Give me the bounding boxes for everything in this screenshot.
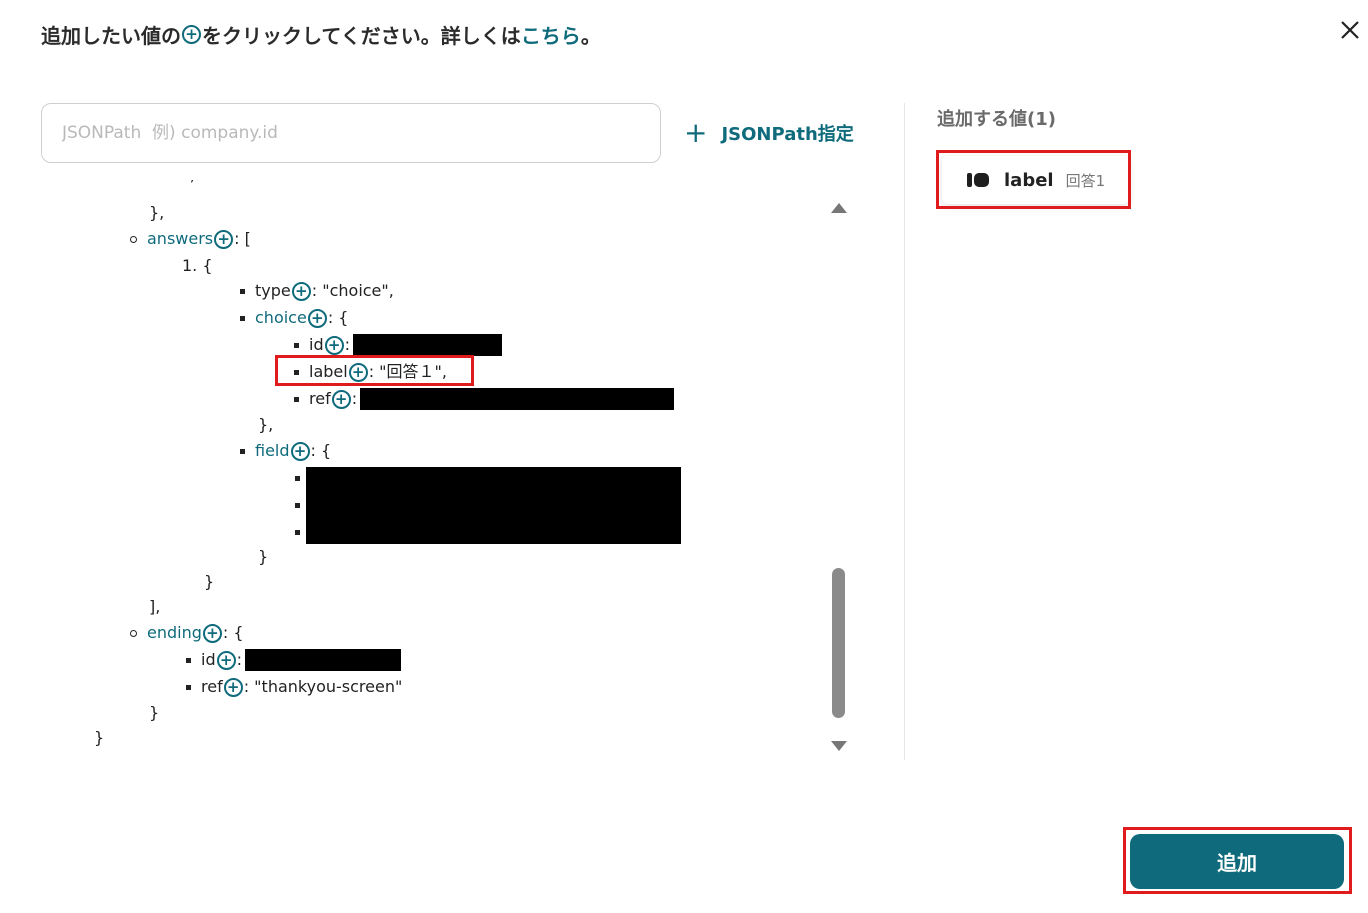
help-link[interactable]: こちら: [521, 20, 581, 49]
jsonpath-specify-button[interactable]: + JSONPath指定: [684, 118, 854, 148]
key-ref: ref: [309, 389, 331, 408]
tree-closing-brace: },: [149, 203, 165, 222]
jsonpath-specify-label: JSONPath指定: [721, 124, 854, 145]
instruction-end: 。: [580, 24, 601, 48]
bullet: [240, 315, 245, 321]
add-ending-id-button[interactable]: +: [216, 650, 236, 670]
tree-root-close: }: [94, 728, 105, 747]
colon: :: [351, 389, 358, 408]
jsonpath-input[interactable]: [41, 103, 661, 163]
panel-divider: [904, 103, 905, 760]
scroll-up-arrow-icon[interactable]: [831, 203, 847, 213]
add-answers-button[interactable]: +: [214, 229, 234, 249]
instruction-header: 追加したい値の + をクリックしてください。詳しくは こちら 。: [41, 20, 601, 49]
key-type: type: [255, 281, 291, 300]
tree-choice-close: },: [258, 415, 274, 434]
colon: :: [344, 335, 350, 354]
choice-suffix: : {: [327, 308, 349, 327]
plus-icon: +: [684, 116, 708, 149]
tree-row-field: field + : {: [240, 439, 331, 463]
tree-row-item-1: 1. {: [182, 256, 213, 275]
add-choice-button[interactable]: +: [307, 308, 327, 328]
tree-row-choice-ref: ref + :: [294, 387, 675, 411]
key-field: field: [255, 441, 290, 460]
bullet: [295, 476, 300, 481]
bullet: [130, 629, 137, 637]
key-ref: ref: [201, 677, 223, 696]
redacted-field-block: [306, 467, 681, 544]
add-type-button[interactable]: +: [291, 281, 311, 301]
add-choice-ref-button[interactable]: +: [331, 389, 351, 409]
close-button[interactable]: [1338, 18, 1362, 42]
bullet: [294, 342, 299, 348]
bullet: [130, 235, 137, 243]
tree-row-ending: ending + : {: [130, 621, 244, 645]
key-id: id: [201, 650, 216, 669]
bullet: [240, 448, 245, 454]
add-field-button[interactable]: +: [290, 441, 310, 461]
tree-field-close: }: [258, 547, 269, 566]
bullet: [240, 288, 245, 294]
tree-row-type: type + : "choice",: [240, 279, 394, 303]
highlight-label-row: [275, 355, 474, 386]
scroll-thumb[interactable]: [832, 568, 845, 718]
ending-ref-value: : "thankyou-screen": [243, 677, 403, 696]
bullet: [186, 657, 191, 663]
tree-row-ending-id: id + :: [186, 648, 401, 672]
bullet: [294, 396, 299, 402]
add-choice-id-button[interactable]: +: [324, 335, 344, 355]
add-ending-button[interactable]: +: [202, 623, 222, 643]
redacted-value: [245, 649, 401, 671]
tree-answers-close: ],: [149, 597, 161, 616]
plus-circle-icon: +: [182, 25, 201, 44]
bullet: [295, 503, 300, 508]
redacted-value: [353, 334, 502, 356]
tree-row-ending-ref: ref + : "thankyou-screen": [186, 675, 402, 699]
key-choice: choice: [255, 308, 307, 327]
bullet: [186, 684, 191, 690]
tree-item-close: }: [204, 572, 215, 591]
tree-fragment: ,: [190, 180, 194, 184]
json-tree: , }, answers + : [ 1. { type + : "choice…: [40, 180, 830, 760]
tree-ending-close: }: [149, 703, 160, 722]
close-icon: [1341, 21, 1359, 39]
instruction-text-continued: をクリックしてください。詳しくは: [202, 24, 521, 48]
field-suffix: : {: [310, 441, 332, 460]
answers-suffix: : [: [234, 229, 251, 248]
key-ending: ending: [147, 623, 202, 642]
instruction-text: 追加したい値の: [41, 24, 181, 48]
added-values-title: 追加する値(1): [937, 109, 1056, 130]
tree-row-answers: answers + : [: [130, 227, 251, 251]
type-value: : "choice",: [311, 281, 394, 300]
highlight-add-button: [1123, 827, 1352, 894]
redacted-value: [360, 388, 675, 410]
tree-row-choice: choice + : {: [240, 306, 348, 330]
tree-scrollbar[interactable]: [828, 195, 850, 760]
colon: :: [236, 650, 242, 669]
add-ending-ref-button[interactable]: +: [223, 677, 243, 697]
scroll-down-arrow-icon[interactable]: [831, 741, 847, 751]
bullet: [295, 530, 300, 535]
key-id: id: [309, 335, 324, 354]
key-answers: answers: [147, 229, 214, 248]
ending-suffix: : {: [222, 623, 244, 642]
highlight-added-chip: [936, 150, 1131, 209]
tree-row-choice-id: id + :: [294, 333, 502, 357]
